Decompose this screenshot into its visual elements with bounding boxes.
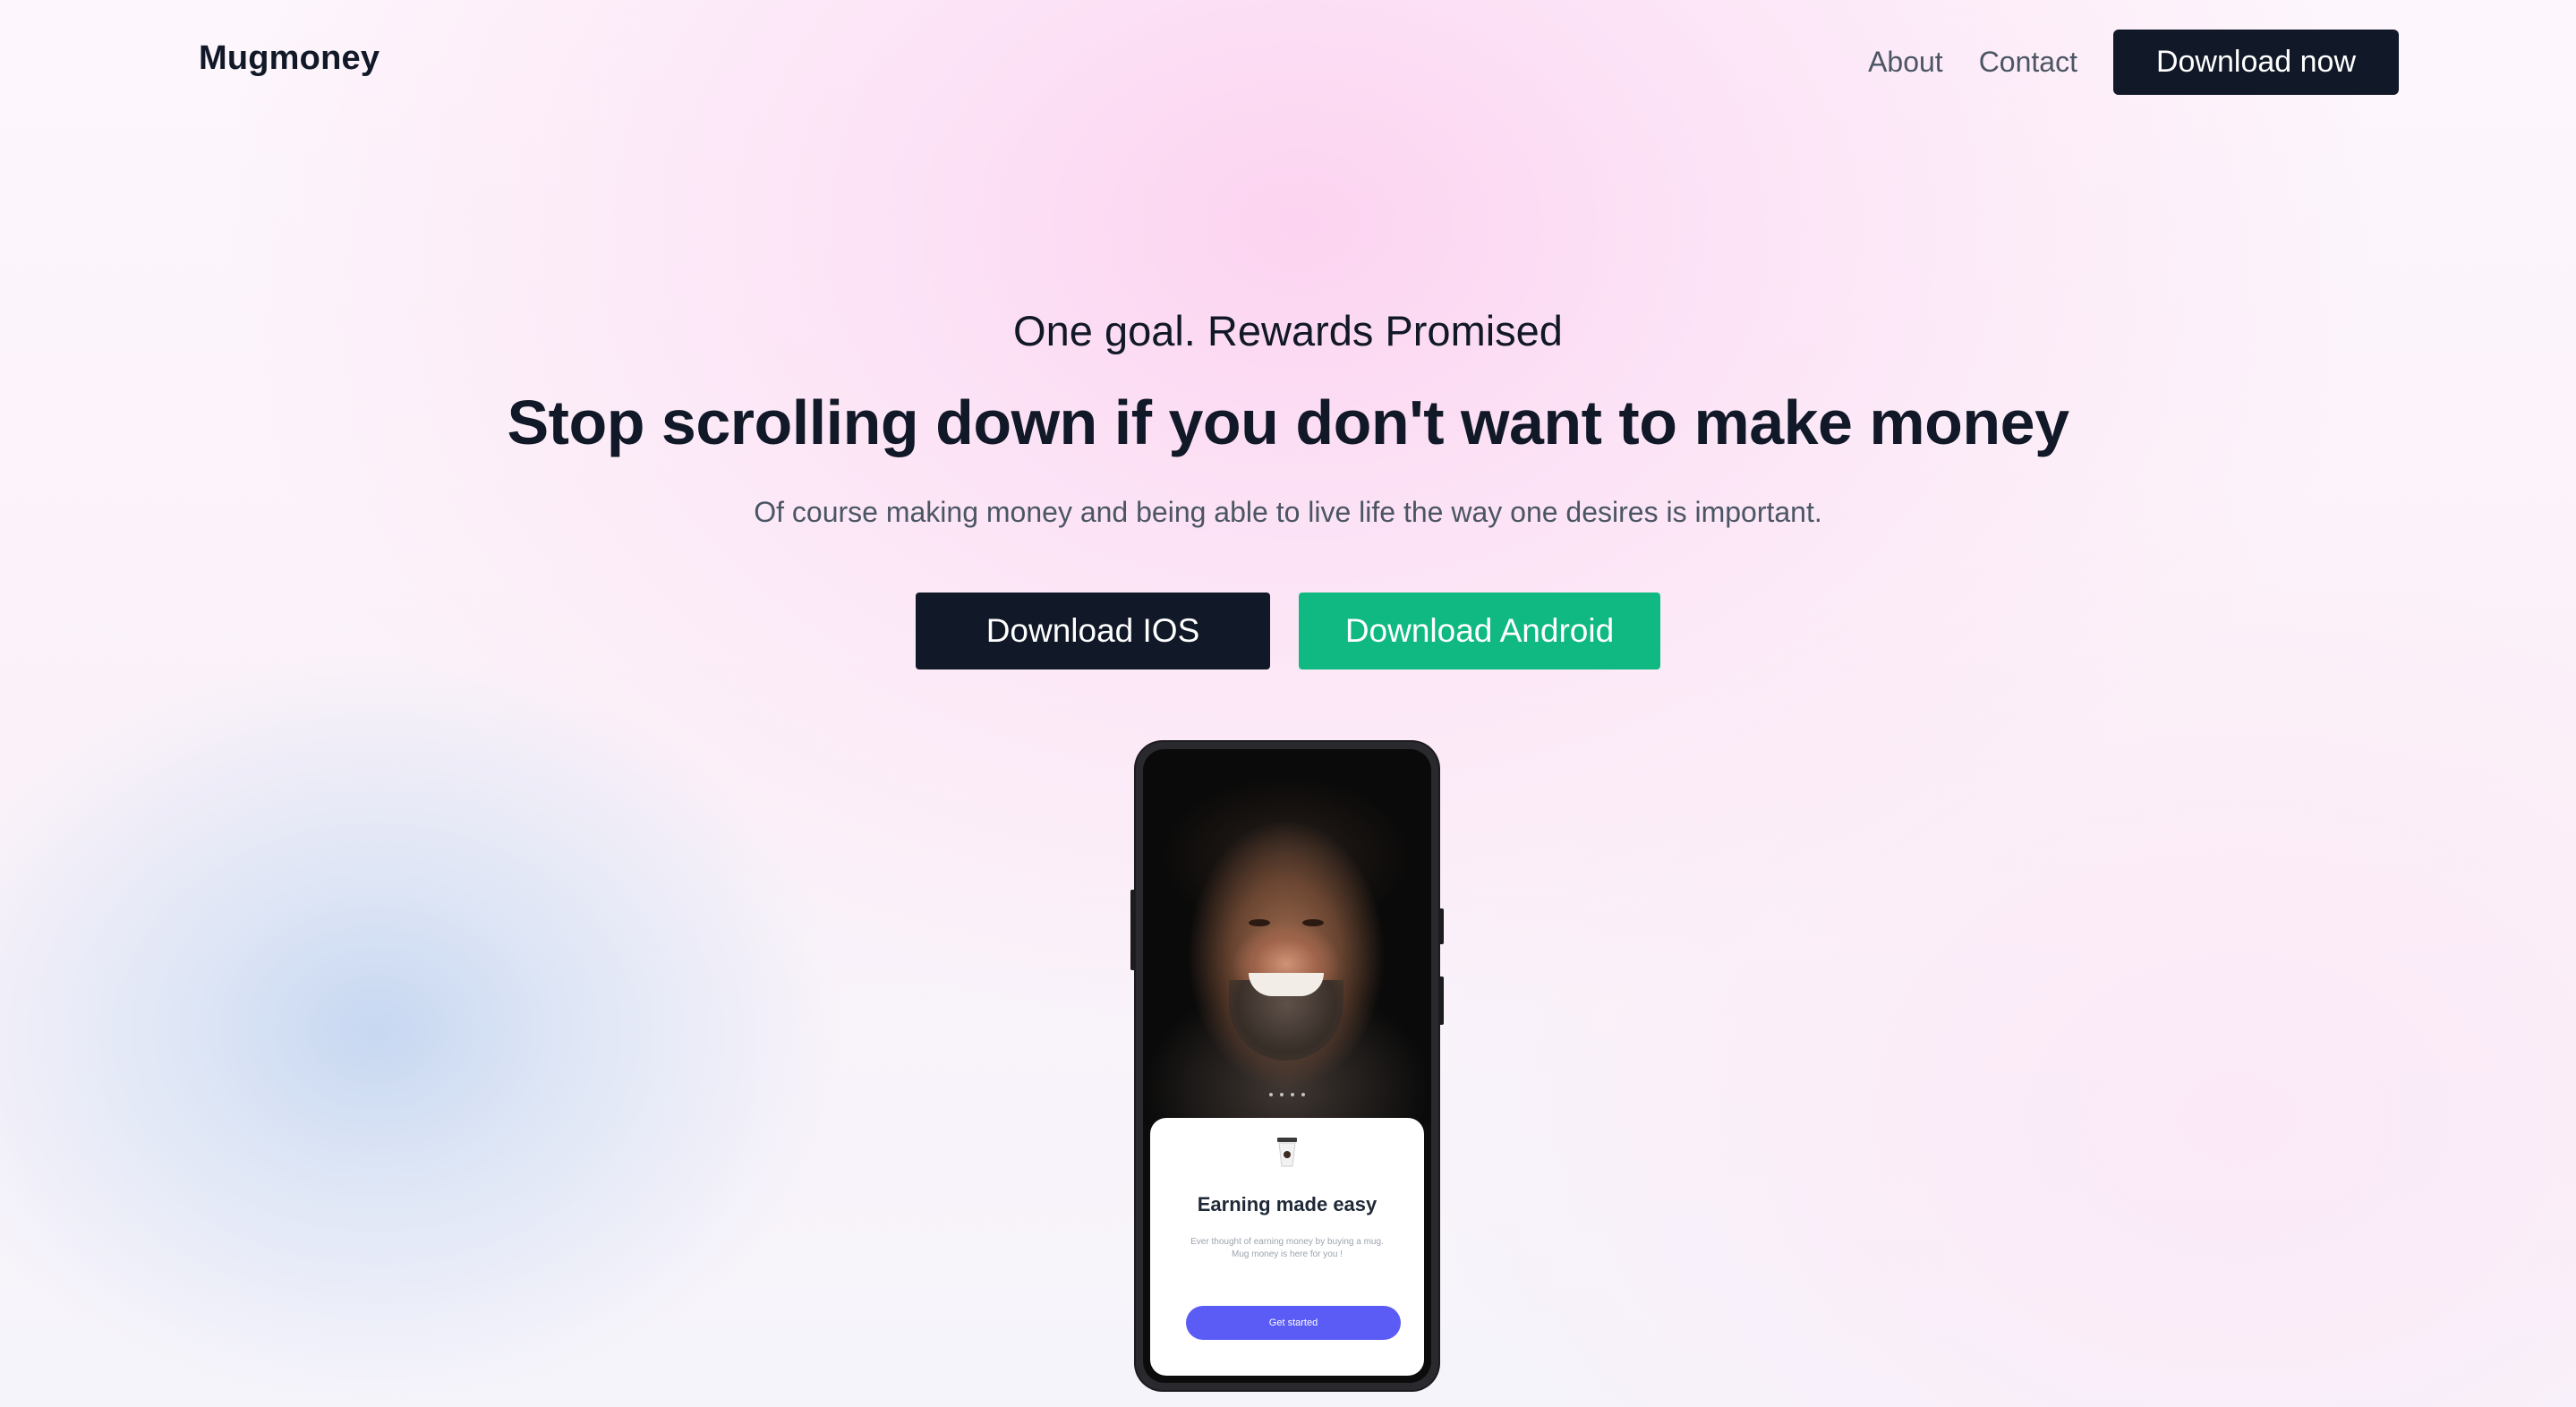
carousel-dot — [1301, 1093, 1305, 1096]
phone-screen: Earning made easy Ever thought of earnin… — [1143, 749, 1431, 1383]
carousel-dots — [1143, 1093, 1431, 1096]
coffee-cup-icon — [1277, 1138, 1297, 1167]
download-ios-button[interactable]: Download IOS — [916, 593, 1270, 669]
phone-mockup: Earning made easy Ever thought of earnin… — [1130, 742, 1444, 1390]
card-description: Ever thought of earning money by buying … — [1190, 1237, 1384, 1259]
photo-detail — [1249, 973, 1324, 996]
top-navbar: Mugmoney About Contact Download now — [0, 0, 2576, 127]
get-started-button[interactable]: Get started — [1186, 1306, 1401, 1340]
onboarding-card: Earning made easy Ever thought of earnin… — [1150, 1118, 1424, 1376]
nav-link-about[interactable]: About — [1868, 46, 1943, 79]
hero-section: One goal. Rewards Promised Stop scrollin… — [0, 295, 2576, 533]
carousel-dot — [1269, 1093, 1273, 1096]
hero-headline: Stop scrolling down if you don't want to… — [507, 388, 2069, 457]
nav-link-contact[interactable]: Contact — [1979, 46, 2077, 79]
hero-eyebrow: One goal. Rewards Promised — [1013, 307, 1563, 354]
nav-links: About Contact Download now — [1868, 30, 2399, 95]
brand-logo[interactable]: Mugmoney — [199, 39, 380, 78]
phone-side-button — [1130, 890, 1136, 970]
download-android-button[interactable]: Download Android — [1299, 593, 1660, 669]
download-buttons: Download IOS Download Android — [0, 593, 2576, 669]
carousel-dot — [1291, 1093, 1294, 1096]
hero-subheadline: Of course making money and being able to… — [754, 496, 1822, 528]
carousel-dot — [1280, 1093, 1284, 1096]
photo-detail — [1302, 919, 1324, 926]
card-title: Earning made easy — [1197, 1193, 1378, 1215]
download-now-button[interactable]: Download now — [2112, 30, 2399, 95]
phone-side-button — [1438, 976, 1444, 1025]
portrait-photo — [1143, 749, 1431, 1125]
photo-detail — [1249, 919, 1270, 926]
phone-side-button — [1438, 908, 1444, 944]
